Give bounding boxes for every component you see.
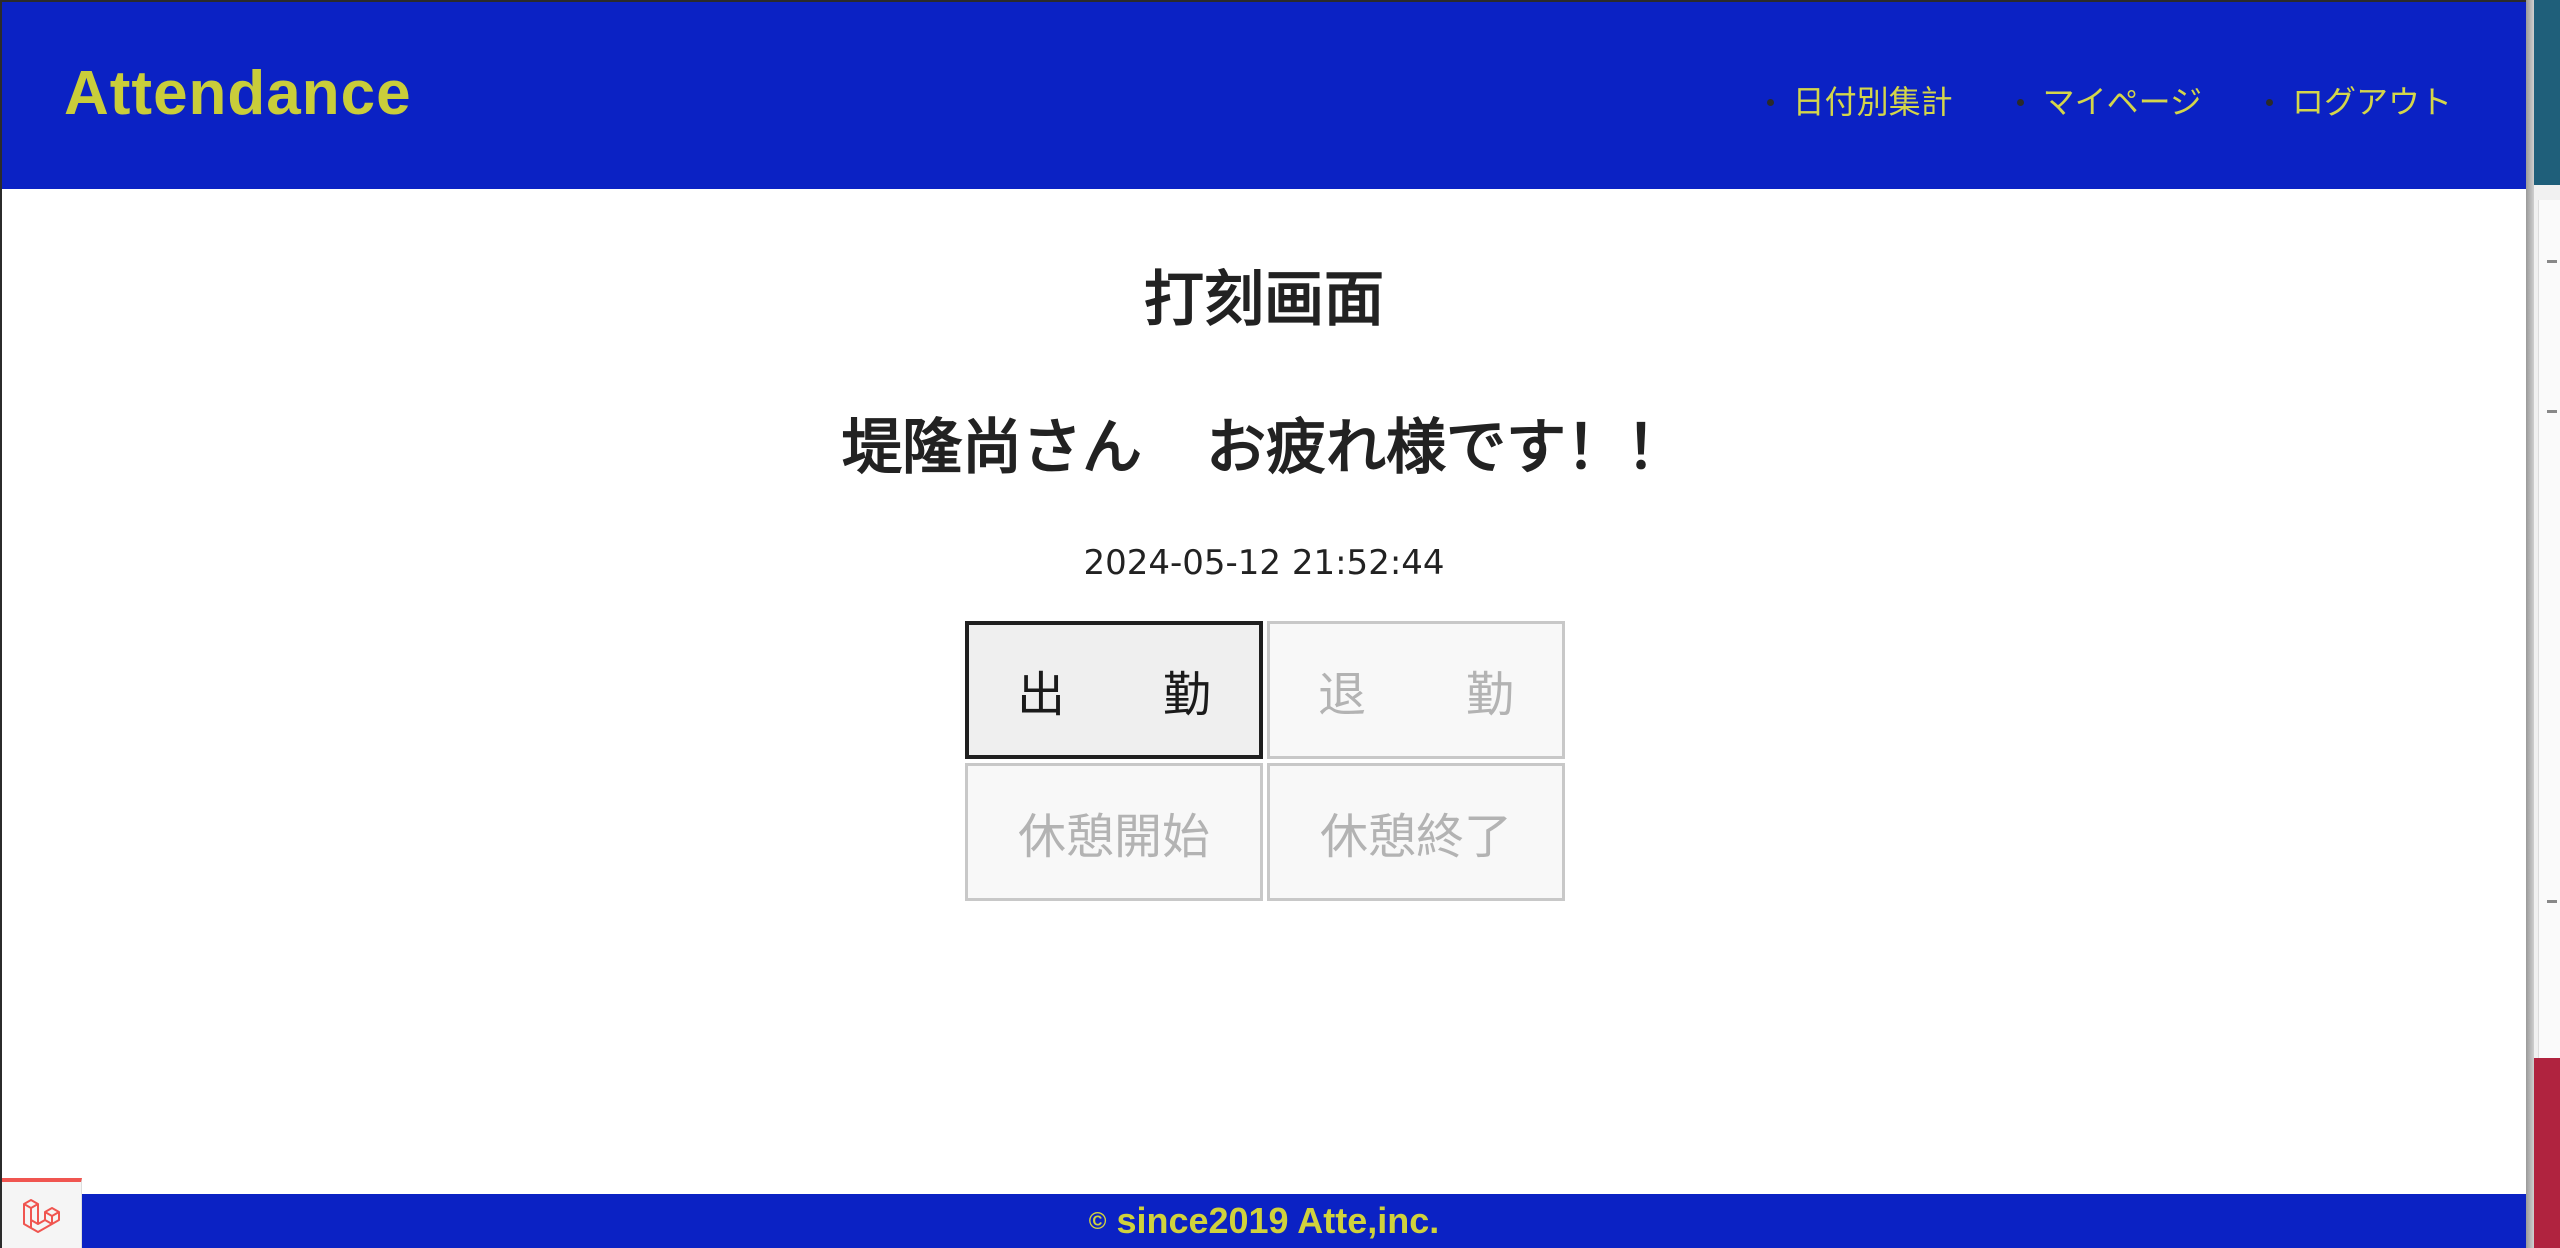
main-content: 打刻画面 堤隆尚さん お疲れ様です！！ 2024-05-12 21:52:44 出… <box>2 189 2526 1194</box>
clock-out-label-left: 退 <box>1318 667 1367 723</box>
clock-out-button[interactable]: 退 勤 <box>1267 621 1565 759</box>
clock-in-button[interactable]: 出 勤 <box>965 621 1263 759</box>
page-title: 打刻画面 <box>1144 265 1384 335</box>
background-mark <box>2547 900 2557 903</box>
site-header: Attendance 日付別集計 マイページ ログアウト <box>2 2 2526 189</box>
break-end-button[interactable]: 休憩終了 <box>1267 763 1565 901</box>
break-start-button[interactable]: 休憩開始 <box>965 763 1263 901</box>
greeting-message: お疲れ様です！！ <box>1206 413 1686 483</box>
laravel-debugbar-toggle[interactable] <box>2 1178 82 1248</box>
background-window-middle <box>2538 200 2560 1060</box>
footer-copyright: © since2019 Atte,inc. <box>2 1200 2526 1242</box>
nav-item-my-page[interactable]: マイページ <box>2016 80 2202 124</box>
nav-item-logout[interactable]: ログアウト <box>2265 80 2452 124</box>
greeting-user-name: 堤隆尚さん <box>842 413 1142 483</box>
stamp-buttons: 出 勤 退 勤 休憩開始 休憩終了 <box>965 621 1565 903</box>
header-nav: 日付別集計 マイページ ログアウト <box>1703 80 2452 124</box>
clock-in-label-right: 勤 <box>1162 667 1211 723</box>
background-mark <box>2547 260 2557 263</box>
laravel-icon <box>22 1199 60 1233</box>
footer-text: since2019 Atte,inc. <box>1116 1200 1440 1241</box>
browser-window: Attendance 日付別集計 マイページ ログアウト 打刻画面 堤隆尚さんお… <box>0 0 2526 1248</box>
background-mark <box>2547 410 2557 413</box>
greeting: 堤隆尚さん お疲れ様です！！ <box>2 399 2526 486</box>
background-window-bottom <box>2534 1058 2560 1248</box>
current-datetime: 2024-05-12 21:52:44 <box>1083 543 1445 583</box>
background-window <box>2534 0 2560 1248</box>
nav-item-daily-summary[interactable]: 日付別集計 <box>1766 80 1953 124</box>
clock-out-label-right: 勤 <box>1465 667 1514 723</box>
background-window-top <box>2534 0 2560 185</box>
clock-in-label-left: 出 <box>1017 667 1066 723</box>
site-logo[interactable]: Attendance <box>64 58 412 129</box>
window-edge <box>2526 0 2534 1248</box>
site-footer: © since2019 Atte,inc. <box>2 1194 2526 1248</box>
copyright-symbol: © <box>1088 1208 1107 1235</box>
